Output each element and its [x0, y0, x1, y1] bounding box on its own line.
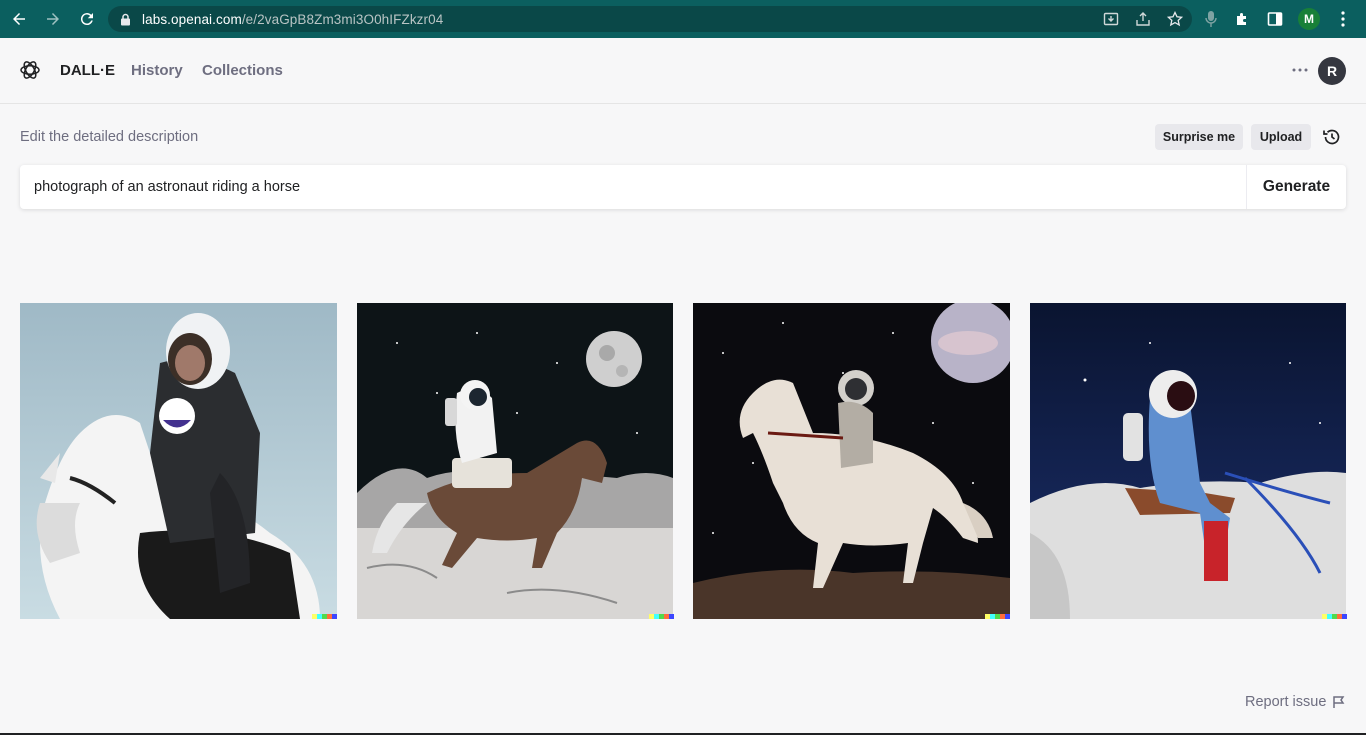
generate-button[interactable]: Generate: [1246, 165, 1346, 209]
surprise-me-button[interactable]: Surprise me: [1155, 124, 1243, 150]
share-icon[interactable]: [1134, 10, 1152, 28]
upload-button[interactable]: Upload: [1251, 124, 1311, 150]
reload-icon: [80, 13, 93, 26]
user-avatar[interactable]: R: [1318, 57, 1346, 85]
prompt-bar: Generate: [20, 165, 1346, 209]
bookmark-star-icon[interactable]: [1166, 10, 1184, 28]
browser-menu-icon[interactable]: [1334, 9, 1352, 29]
lock-icon: [120, 12, 132, 26]
result-image-1[interactable]: [20, 303, 337, 619]
dalle-signature: [312, 614, 337, 619]
arrow-left-icon: [13, 13, 25, 25]
dalle-signature: [649, 614, 674, 619]
result-image-3[interactable]: [693, 303, 1010, 619]
url-host: labs.openai.com: [142, 11, 242, 27]
browser-toolbar: labs.openai.com/e/2vaGpB8Zm3mi3O0hIFZkzr…: [0, 0, 1366, 38]
reload-button[interactable]: [72, 4, 102, 34]
ellipsis-icon: [1292, 68, 1308, 72]
nav-history[interactable]: History: [131, 62, 183, 79]
dalle-signature: [1322, 614, 1347, 619]
more-options-button[interactable]: [1288, 58, 1312, 82]
forward-button[interactable]: [38, 4, 68, 34]
dalle-signature: [985, 614, 1010, 619]
extensions-puzzle-icon[interactable]: [1234, 9, 1252, 29]
report-issue-label: Report issue: [1245, 694, 1327, 710]
microphone-icon[interactable]: [1202, 9, 1220, 29]
result-image-2[interactable]: [357, 303, 674, 619]
prompt-history-icon[interactable]: [1321, 126, 1343, 148]
install-app-icon[interactable]: [1102, 10, 1120, 28]
prompt-label: Edit the detailed description: [20, 129, 199, 145]
browser-profile-avatar[interactable]: M: [1298, 8, 1320, 30]
url-text: labs.openai.com/e/2vaGpB8Zm3mi3O0hIFZkzr…: [142, 12, 443, 27]
address-bar[interactable]: labs.openai.com/e/2vaGpB8Zm3mi3O0hIFZkzr…: [108, 6, 1192, 32]
report-issue-link[interactable]: Report issue: [1245, 694, 1346, 710]
openai-logo-icon[interactable]: [19, 59, 41, 81]
nav-dalle[interactable]: DALL·E: [60, 62, 115, 79]
url-path: /e/2vaGpB8Zm3mi3O0hIFZkzr04: [241, 11, 444, 27]
nav-collections[interactable]: Collections: [202, 62, 283, 79]
back-button[interactable]: [4, 4, 34, 34]
result-image-4[interactable]: [1030, 303, 1347, 619]
prompt-input[interactable]: [20, 165, 1246, 209]
arrow-right-icon: [47, 13, 59, 25]
flag-icon: [1333, 696, 1345, 708]
app-header: DALL·E History Collections R: [0, 38, 1366, 104]
side-panel-icon[interactable]: [1266, 9, 1284, 29]
